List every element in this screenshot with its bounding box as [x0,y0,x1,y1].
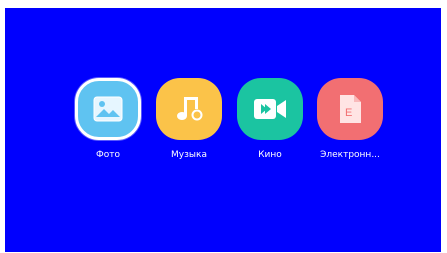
photo-icon [93,96,123,122]
photo-tile[interactable] [75,78,141,140]
app-video[interactable]: Кино [232,78,308,160]
app-label-video: Кино [258,150,282,160]
app-label-photo: Фото [95,150,120,160]
app-music[interactable]: Музыка [151,78,227,160]
music-icon [177,97,203,121]
video-tile[interactable] [237,78,303,140]
ebook-tile[interactable]: E [317,78,383,140]
ebook-icon: E [340,95,361,123]
app-ebook[interactable]: E Электронн... [312,78,388,160]
video-icon [254,99,286,119]
music-tile[interactable] [156,78,222,140]
app-label-music: Музыка [171,150,207,160]
app-photo[interactable]: Фото [70,78,146,160]
app-label-ebook: Электронн... [320,150,380,160]
home-screen: Фото Музыка Кино E Электронн... [5,8,441,252]
ebook-icon-letter: E [345,107,352,119]
